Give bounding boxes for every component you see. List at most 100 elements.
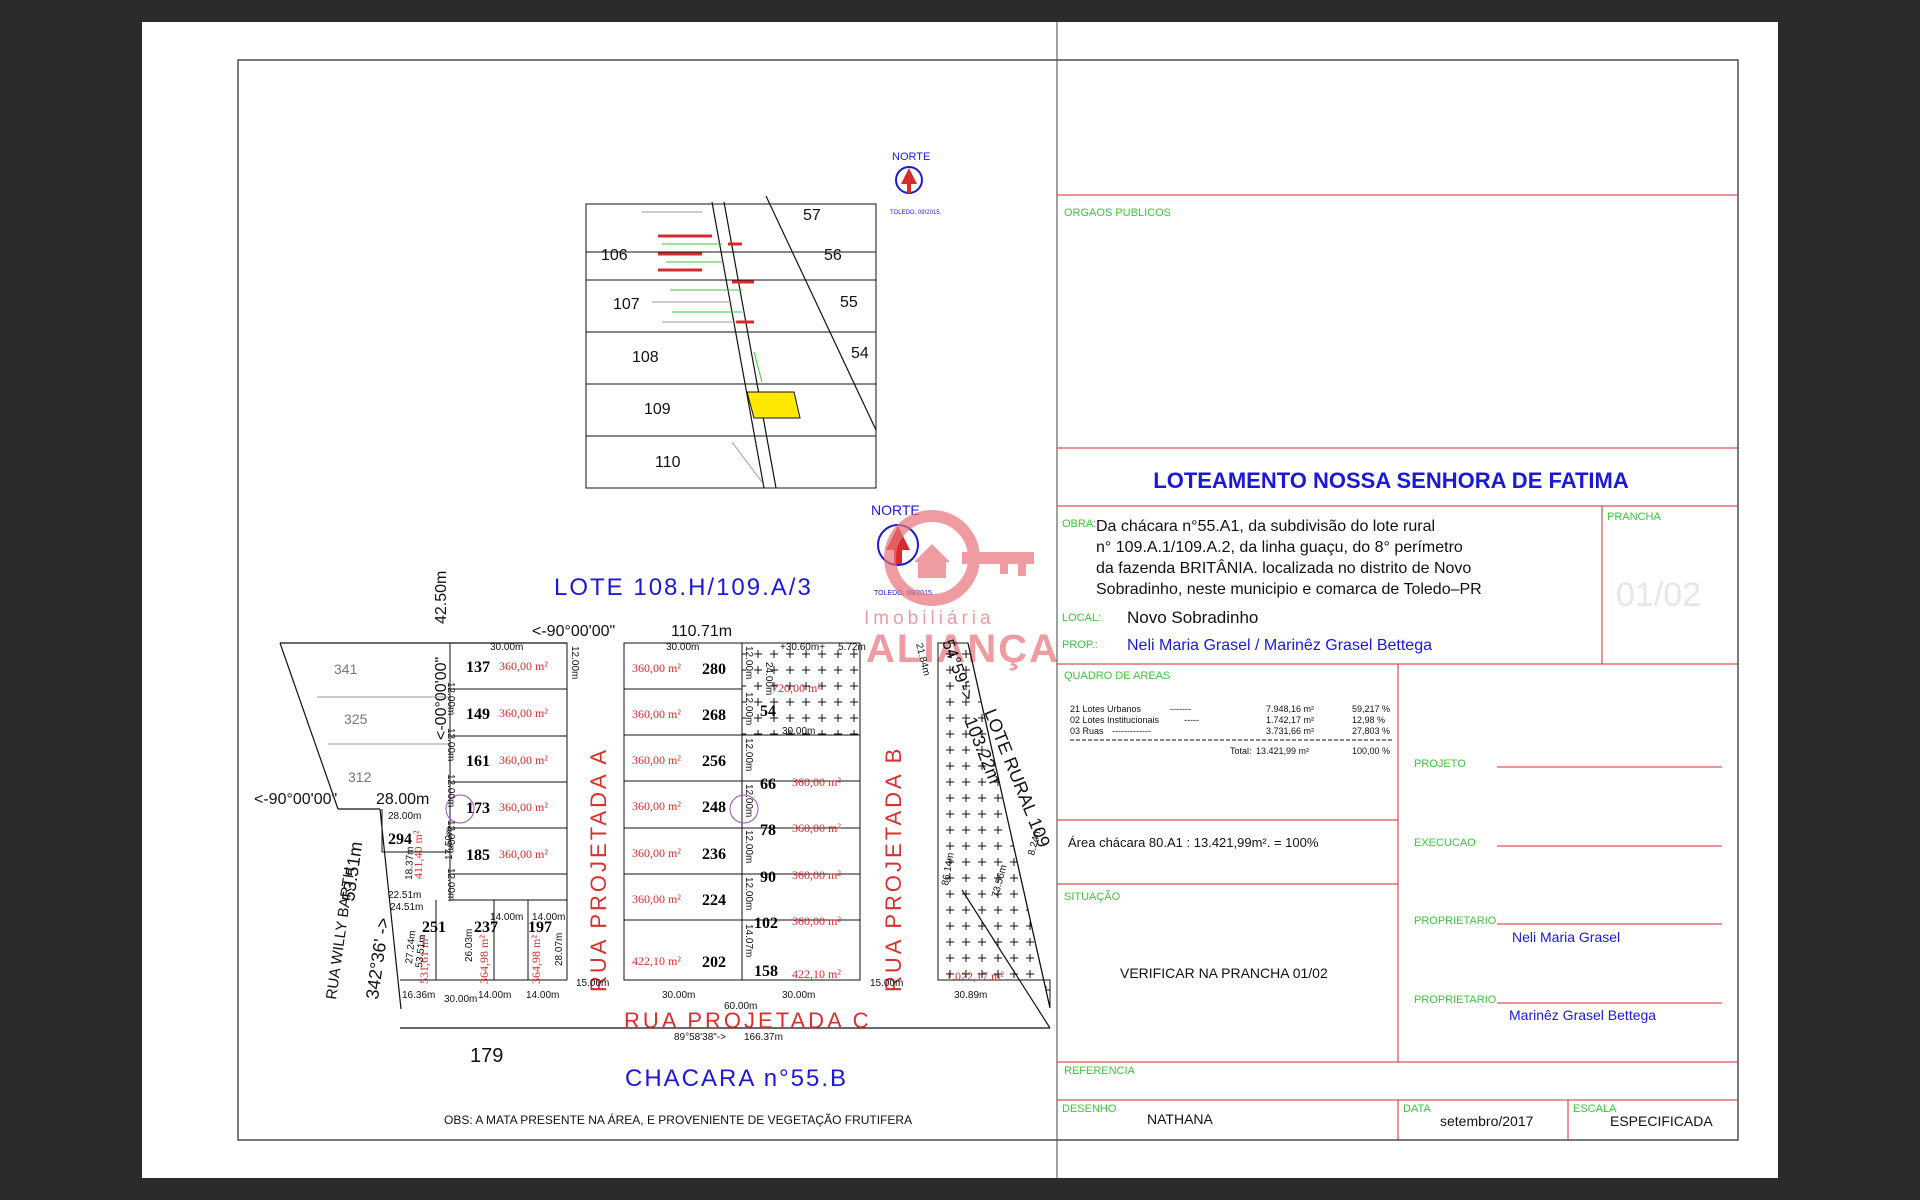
- orgaos-label: ORGAOS PUBLICOS: [1064, 207, 1171, 219]
- dim-30m: 30.00m: [666, 642, 699, 653]
- obra-line-4: Sobradinho, neste municipio e comarca de…: [1096, 581, 1482, 598]
- bearing-top: <-90°00'00": [532, 623, 615, 640]
- dim-28m: 28.00m: [388, 811, 421, 822]
- dim-14m: 14.00m: [532, 912, 565, 923]
- dim-12m: 12.00m: [569, 646, 580, 679]
- lote-title: LOTE 108.H/109.A/3: [554, 574, 813, 601]
- lot-78: 78: [760, 822, 776, 839]
- lot-185: 185: [466, 847, 490, 864]
- watermark-line1: Imobiliária: [864, 608, 995, 629]
- execucao-label: EXECUCAO: [1414, 837, 1476, 849]
- dim-5-72m: 5.72m: [838, 642, 866, 653]
- quadro-row-2-label: 02 Lotes Institucionais: [1070, 715, 1160, 725]
- lot-251: 251: [422, 919, 446, 936]
- km-lot-56: 56: [824, 247, 842, 264]
- lot-161-area: 360,00 m²: [499, 753, 548, 767]
- lot-54: 54: [760, 703, 776, 720]
- lot-149: 149: [466, 706, 490, 723]
- dim-15m: 15.00m: [870, 978, 903, 989]
- escala-value: ESPECIFICADA: [1610, 1113, 1713, 1129]
- lot-224: 224: [702, 892, 726, 909]
- dist-diag: 53.51m: [338, 840, 366, 902]
- km-lot-106: 106: [601, 247, 628, 264]
- rua-projetada-c: RUA PROJETADA C: [624, 1008, 872, 1033]
- dim-12m: 12.00m: [445, 774, 456, 807]
- projeto-label: PROJETO: [1414, 758, 1466, 770]
- quadro-row-2-pct: 12,98 %: [1352, 715, 1385, 725]
- lot-248: 248: [702, 799, 726, 816]
- lot-256-area: 360,00 m²: [632, 753, 681, 767]
- lot-202-area: 422,10 m²: [632, 954, 681, 968]
- lot-90-area: 360,00 m²: [792, 868, 841, 882]
- lot-185-area: 360,00 m²: [499, 847, 548, 861]
- dim-12m: 12.00m: [743, 738, 754, 771]
- prop-label: PROP.:: [1062, 639, 1098, 651]
- dim-26-03m: 26.03m: [464, 929, 475, 962]
- location-key-map: 106 107 108 109 110 57 56 55 54: [585, 195, 877, 489]
- dim-22-51m: 22.51m: [388, 890, 421, 901]
- dim-30-89m: 30.89m: [954, 990, 987, 1001]
- quadro-total-label: Total:: [1230, 746, 1252, 756]
- situacao-label: SITUAÇÃO: [1064, 890, 1121, 903]
- lot-280: 280: [702, 661, 726, 678]
- lot-137: 137: [466, 659, 490, 676]
- lot-268-area: 360,00 m²: [632, 707, 681, 721]
- dim-28-07m: 28.07m: [554, 933, 565, 966]
- lot-173: 173: [466, 800, 490, 817]
- dim-12m: 12.00m: [743, 784, 754, 817]
- plan-drawing: 106 107 108 109 110 57 56 55 54 NORTE TO…: [237, 22, 1739, 1178]
- dim-16-36m: 16.36m: [402, 990, 435, 1001]
- lot-236-area: 360,00 m²: [632, 846, 681, 860]
- km-lot-55: 55: [840, 294, 858, 311]
- lot-197-area: 364,98 m²: [529, 935, 543, 984]
- lot-149-area: 360,00 m²: [499, 706, 548, 720]
- situacao-text: VERIFICAR NA PRANCHA 01/02: [1120, 965, 1328, 981]
- project-title: LOTEAMENTO NOSSA SENHORA DE FATIMA: [1153, 468, 1629, 493]
- lot-173-area: 360,00 m²: [499, 800, 548, 814]
- chacara-label: CHACARA n°55.B: [625, 1065, 848, 1092]
- dim-14-07m: 14.07m: [743, 924, 754, 957]
- dim-12m: 12.00m: [743, 692, 754, 725]
- dim-24-51m: 24.51m: [390, 902, 423, 913]
- dim-12m: 12.00m: [743, 646, 754, 679]
- lot-137-area: 360,00 m²: [499, 659, 548, 673]
- lot-294: 294: [388, 831, 412, 848]
- lot-158: 158: [754, 963, 778, 980]
- quadro-row-1-label: 21 Lotes Urbanos: [1070, 704, 1142, 714]
- site-highlight: [746, 391, 801, 419]
- lot-268: 268: [702, 707, 726, 724]
- dim-12m: 12.00m: [445, 728, 456, 761]
- bottom-dist: 166.37m: [744, 1032, 783, 1043]
- km-lot-110: 110: [655, 454, 681, 471]
- prancha-label: PRANCHA: [1607, 511, 1661, 523]
- prop-value: Neli Maria Grasel / Marinêz Grasel Bette…: [1127, 637, 1432, 654]
- dist-left-vert: 42.50m: [433, 571, 450, 624]
- data-value: setembro/2017: [1440, 1113, 1534, 1129]
- quadro-row-3-area: 3.731,66 m²: [1266, 726, 1314, 736]
- km-lot-107: 107: [613, 296, 640, 313]
- bearing-diag: 342°36' ->: [362, 916, 393, 1000]
- lot-256: 256: [702, 753, 726, 770]
- lot-158-area: 422,10 m²: [792, 967, 841, 981]
- dim-14m: 14.00m: [478, 990, 511, 1001]
- proprietario-2-name: Marinêz Grasel Bettega: [1509, 1007, 1656, 1023]
- quadro-table: 21 Lotes Urbanos ------- 7.948,16 m² 59,…: [1070, 704, 1392, 756]
- svg-text:NORTE: NORTE: [892, 151, 930, 163]
- dim-14m: 14.00m: [526, 990, 559, 1001]
- rua-projetada-b: RUA PROJETADA B: [881, 746, 906, 992]
- proprietario-1-name: Neli Maria Grasel: [1512, 929, 1620, 945]
- lot-280-area: 360,00 m²: [632, 661, 681, 675]
- obra-line-3: da fazenda BRITÂNIA. localizada no distr…: [1096, 558, 1471, 577]
- quadro-row-1-pct: 59,217 %: [1352, 704, 1390, 714]
- lot-78-area: 360,00 m²: [792, 821, 841, 835]
- lot-90: 90: [760, 869, 776, 886]
- quadro-row-1-dashes: -------: [1170, 704, 1191, 714]
- dist-left-horiz: 28.00m: [376, 791, 429, 808]
- dim-30m: 30.00m: [782, 726, 815, 737]
- bearing-left-horiz: <-90°00'00": [254, 791, 337, 808]
- lot-161: 161: [466, 753, 490, 770]
- quadro-row-3-label: 03 Ruas: [1070, 726, 1104, 736]
- neighbor-312: 312: [348, 769, 372, 785]
- dim-12m: 12.00m: [445, 868, 456, 901]
- referencia-label: REFERENCIA: [1064, 1065, 1136, 1077]
